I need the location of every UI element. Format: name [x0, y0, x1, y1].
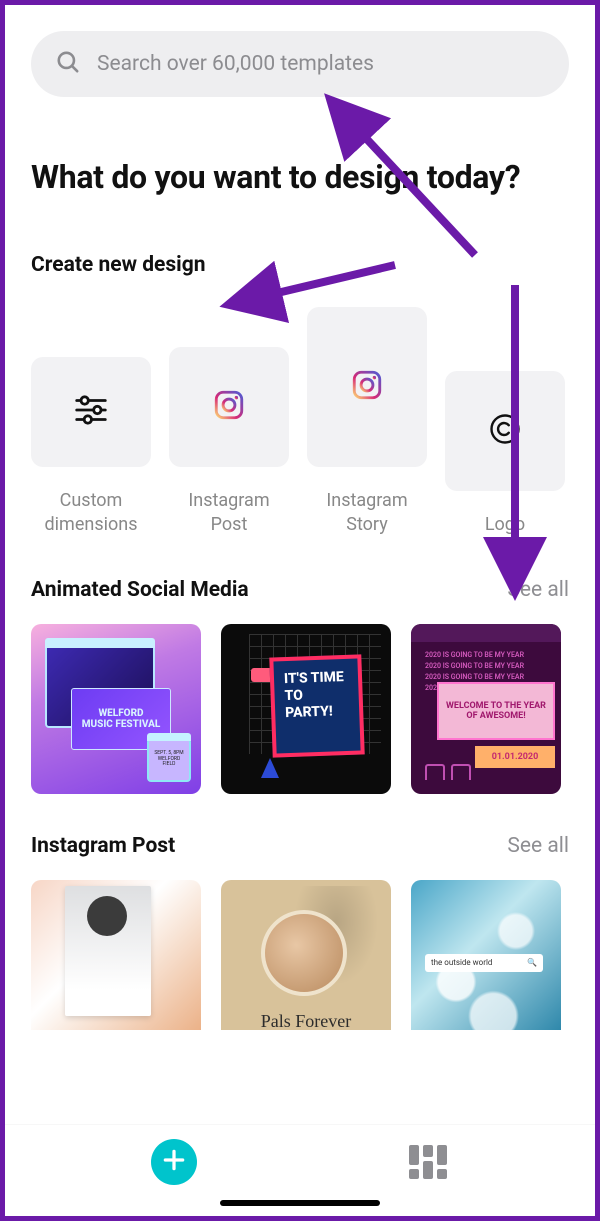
section-title-animated: Animated Social Media	[31, 578, 249, 602]
folder-icon	[425, 764, 445, 780]
instagram-icon	[350, 368, 384, 406]
igpost-thumb-row[interactable]: Pals Forever the outside world🔍	[31, 880, 569, 1030]
template-thumb[interactable]: IT'S TIME TO PARTY!	[221, 624, 391, 794]
template-thumb[interactable]: WELFORDMUSIC FESTIVAL SEPT. 5, 8PM WELFO…	[31, 624, 201, 794]
create-item-label: Instagram Post	[169, 489, 289, 538]
search-icon: 🔍	[527, 958, 537, 967]
templates-tab[interactable]	[409, 1145, 449, 1179]
search-icon	[55, 49, 81, 79]
create-item-instagram-post[interactable]: Instagram Post	[169, 347, 289, 538]
create-item-logo[interactable]: Logo	[445, 371, 565, 537]
create-item-label: Instagram Story	[307, 489, 427, 538]
app-frame: What do you want to design today? Create…	[0, 0, 600, 1221]
search-input[interactable]	[97, 52, 545, 76]
home-indicator	[220, 1200, 380, 1206]
create-item-label: Custom dimensions	[31, 489, 151, 538]
tile-custom-dimensions	[31, 357, 151, 467]
create-new-row: Custom dimensions I	[31, 307, 569, 538]
see-all-igpost[interactable]: See all	[507, 834, 569, 858]
sliders-icon	[72, 391, 110, 433]
create-item-custom-dimensions[interactable]: Custom dimensions	[31, 357, 151, 538]
template-thumb[interactable]: Pals Forever	[221, 880, 391, 1030]
see-all-animated[interactable]: See all	[507, 578, 569, 602]
tile-instagram-post	[169, 347, 289, 467]
page-headline: What do you want to design today?	[31, 157, 569, 197]
template-thumb[interactable]: the outside world🔍	[411, 880, 561, 1030]
instagram-icon	[212, 388, 246, 426]
search-bar[interactable]	[31, 31, 569, 97]
plus-icon	[161, 1147, 187, 1177]
section-title-igpost: Instagram Post	[31, 834, 175, 858]
folder-icon	[451, 764, 471, 780]
tile-logo	[445, 371, 565, 491]
create-button[interactable]	[151, 1139, 197, 1185]
create-new-heading: Create new design	[31, 253, 569, 277]
party-hat-icon	[261, 758, 279, 778]
template-thumb[interactable]: 2020 IS GOING TO BE MY YEAR 2020 IS GOIN…	[411, 624, 561, 794]
copyright-icon	[487, 411, 523, 451]
tile-instagram-story	[307, 307, 427, 467]
template-thumb[interactable]	[31, 880, 201, 1030]
create-item-instagram-story[interactable]: Instagram Story	[307, 307, 427, 538]
create-item-label: Logo	[485, 513, 525, 537]
animated-thumb-row[interactable]: WELFORDMUSIC FESTIVAL SEPT. 5, 8PM WELFO…	[31, 624, 569, 794]
